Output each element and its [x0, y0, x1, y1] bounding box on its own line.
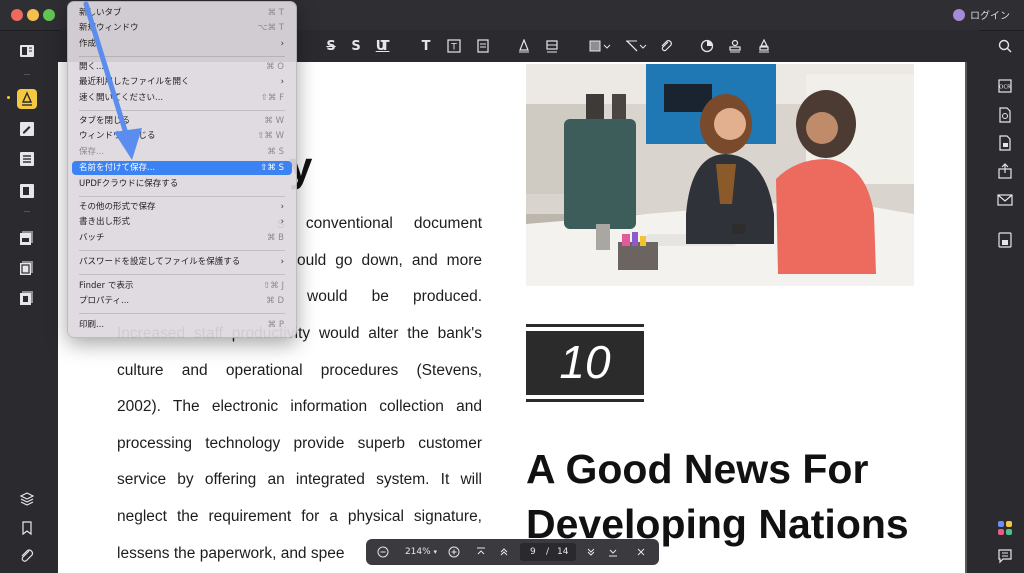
- stamp-tool-icon[interactable]: [726, 37, 744, 55]
- organize-pages-icon[interactable]: [19, 183, 35, 199]
- page-number-box[interactable]: 9 / 14: [520, 543, 576, 561]
- attachment-icon[interactable]: [19, 548, 35, 564]
- bookmark-icon[interactable]: [19, 520, 35, 536]
- comment-list-icon[interactable]: [997, 548, 1013, 564]
- user-avatar-icon: [953, 8, 965, 21]
- previous-page-icon[interactable]: [497, 545, 511, 559]
- page-navigation-bar: 214% ▾ 9 / 14: [366, 539, 659, 565]
- menu-item-batch[interactable]: バッチ ⌘ B: [72, 231, 292, 245]
- body-line: 2002). The electronic information collec…: [117, 398, 482, 416]
- zoom-level-value: 214%: [404, 547, 431, 557]
- convert-icon[interactable]: [997, 107, 1013, 123]
- chevron-right-icon: ›: [280, 77, 284, 87]
- first-page-icon[interactable]: [474, 545, 488, 559]
- menu-separator: [79, 196, 285, 197]
- note-tool-icon[interactable]: [474, 37, 492, 55]
- zoom-in-icon[interactable]: [447, 545, 461, 559]
- squiggly-tool-icon[interactable]: S: [347, 37, 365, 55]
- office-photo: [526, 64, 914, 286]
- chevron-right-icon: ›: [280, 257, 284, 267]
- save-icon[interactable]: [997, 232, 1013, 248]
- page-scrollbar[interactable]: [965, 62, 967, 573]
- sticker-tool-icon[interactable]: [698, 37, 716, 55]
- section-number-badge: 10: [526, 324, 644, 404]
- svg-text:T: T: [450, 43, 457, 53]
- layers-icon[interactable]: [19, 491, 35, 507]
- line-tool-icon[interactable]: [624, 37, 648, 55]
- shape-tool-icon[interactable]: [588, 37, 612, 55]
- compare-files-icon[interactable]: [19, 290, 35, 306]
- body-line: neglect the requirement for a physical s…: [117, 507, 482, 525]
- reader-mode-icon[interactable]: [19, 43, 35, 59]
- sidebar-divider: [24, 74, 30, 75]
- pointer-arrow-annotation: [83, 1, 142, 160]
- menu-item-print[interactable]: 印刷... ⌘ P: [72, 318, 292, 332]
- login-button[interactable]: ログイン: [953, 7, 1010, 22]
- menu-separator: [79, 313, 285, 314]
- text-insert-tool-icon[interactable]: T: [417, 37, 435, 55]
- chevron-down-icon: ▾: [433, 548, 438, 556]
- close-window-button[interactable]: [11, 9, 23, 21]
- menu-separator: [79, 250, 285, 251]
- edit-pdf-icon[interactable]: [19, 121, 35, 137]
- text-t-underline-icon[interactable]: T: [376, 37, 394, 55]
- search-icon[interactable]: [997, 38, 1013, 54]
- body-line: culture and operational procedures (Stev…: [117, 361, 482, 379]
- protect-icon[interactable]: [997, 135, 1013, 151]
- body-line: processing technology provide superb cus…: [117, 434, 482, 452]
- menu-item-show-in-finder[interactable]: Finder で表示 ⇧⌘ J: [72, 279, 292, 293]
- zoom-out-icon[interactable]: [376, 545, 390, 559]
- ocr-icon[interactable]: OCR: [997, 78, 1013, 94]
- body-text-column: Increased staff productivity would alter…: [117, 316, 482, 572]
- section-heading: A Good News For Developing Nations: [526, 442, 909, 552]
- chevron-right-icon: ›: [280, 217, 284, 227]
- badge-number: 10: [559, 336, 611, 388]
- close-navigation-icon[interactable]: [634, 545, 648, 559]
- next-page-icon[interactable]: [584, 545, 598, 559]
- current-page-input[interactable]: 9: [530, 545, 536, 559]
- ai-assistant-icon[interactable]: [997, 520, 1013, 536]
- heading-line-1: A Good News For: [526, 446, 869, 492]
- badge-top-rule: [526, 324, 644, 327]
- comment-mode-icon[interactable]: [17, 89, 37, 109]
- menu-item-properties[interactable]: プロパティ... ⌘ D: [72, 294, 292, 308]
- pencil-tool-icon[interactable]: [515, 37, 533, 55]
- page-separator: /: [546, 547, 550, 557]
- active-indicator: [7, 96, 10, 99]
- svg-text:OCR: OCR: [999, 85, 1011, 91]
- body-line: service by offering an integrated system…: [117, 471, 482, 489]
- menu-item-export[interactable]: 書き出し形式 ›: [72, 215, 292, 229]
- menu-separator: [79, 274, 285, 275]
- sidebar-divider: [24, 211, 30, 212]
- form-icon[interactable]: [19, 151, 35, 167]
- signature-tool-icon[interactable]: [755, 37, 773, 55]
- email-icon[interactable]: [997, 192, 1013, 208]
- badge-bottom-rule: [526, 399, 644, 402]
- zoom-level-select[interactable]: 214% ▾: [400, 545, 442, 559]
- crop-page-icon[interactable]: [19, 260, 35, 276]
- zoom-window-button[interactable]: [43, 9, 55, 21]
- menu-item-set-password[interactable]: パスワードを設定してファイルを保護する ›: [72, 255, 292, 269]
- right-sidebar: OCR: [966, 31, 1024, 573]
- strikethrough-tool-icon[interactable]: S: [322, 37, 340, 55]
- menu-item-save-to-cloud[interactable]: UPDFクラウドに保存する: [72, 177, 292, 191]
- login-label: ログイン: [970, 11, 1010, 22]
- total-pages: 14: [557, 547, 569, 557]
- share-icon[interactable]: [997, 163, 1013, 179]
- last-page-icon[interactable]: [606, 545, 620, 559]
- page-tools-icon[interactable]: [19, 230, 35, 246]
- eraser-tool-icon[interactable]: [543, 37, 561, 55]
- chevron-right-icon: ›: [280, 39, 284, 49]
- chevron-right-icon: ›: [280, 202, 284, 212]
- textbox-tool-icon[interactable]: T: [445, 37, 463, 55]
- minimize-window-button[interactable]: [27, 9, 39, 21]
- left-sidebar: [0, 31, 58, 573]
- menu-item-save-as-other[interactable]: その他の形式で保存 ›: [72, 200, 292, 214]
- attachment-tool-icon[interactable]: [657, 37, 675, 55]
